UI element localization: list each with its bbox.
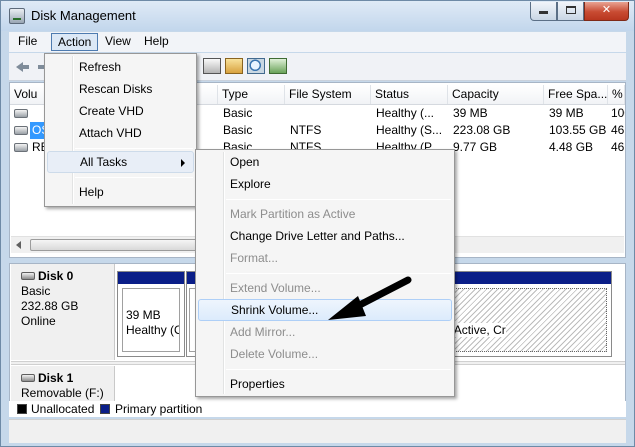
volume-type: Basic <box>223 106 253 120</box>
volume-status: Healthy (... <box>376 106 435 120</box>
volume-capacity: 39 MB <box>453 106 488 120</box>
scroll-left-icon[interactable] <box>11 237 28 253</box>
window-title: Disk Management <box>31 8 136 23</box>
volume-type: Basic <box>223 123 253 137</box>
status-bar <box>9 419 626 443</box>
volume-percent-free: 46 <box>611 123 625 137</box>
column-file-system[interactable]: File System <box>285 85 371 104</box>
disk-kind: Basic <box>21 284 51 298</box>
open-folder-icon[interactable] <box>225 58 243 74</box>
menu-file[interactable]: File <box>12 33 43 51</box>
menu-help[interactable]: Help <box>138 33 175 51</box>
removable-disk-icon <box>21 374 35 382</box>
column-type[interactable]: Type <box>218 85 285 104</box>
menu-item-all-tasks-label: All Tasks <box>80 155 128 169</box>
drive-icon <box>14 126 28 135</box>
menu-action[interactable]: Action <box>51 33 99 51</box>
menu-item-properties[interactable]: Properties <box>198 373 452 395</box>
column-percent-free[interactable]: % F <box>608 85 625 104</box>
column-volume[interactable]: Volu <box>10 85 46 104</box>
column-status[interactable]: Status <box>371 85 448 104</box>
menu-separator <box>226 199 451 200</box>
menu-item-delete-volume[interactable]: Delete Volume... <box>198 343 452 365</box>
minimize-button[interactable] <box>530 2 557 21</box>
menu-bar: File Action View Help <box>9 32 626 52</box>
menu-item-explore[interactable]: Explore <box>198 173 452 195</box>
volume-free-space: 103.55 GB <box>549 123 607 137</box>
back-arrow-icon[interactable] <box>13 58 31 74</box>
properties-icon[interactable] <box>203 58 221 74</box>
menu-item-rescan-disks[interactable]: Rescan Disks <box>47 78 194 100</box>
unallocated-swatch <box>17 404 27 414</box>
volume-capacity: 223.08 GB <box>453 123 511 137</box>
menu-item-open[interactable]: Open <box>198 151 452 173</box>
disk-icon <box>21 272 35 280</box>
volume-name <box>30 105 34 122</box>
close-icon: ✕ <box>601 4 612 16</box>
title-bar: Disk Management ✕ <box>1 1 634 31</box>
action-menu: Refresh Rescan Disks Create VHD Attach V… <box>44 53 197 207</box>
partition-system-reserved[interactable]: 39 MB Healthy (O <box>117 271 185 357</box>
legend: Unallocated Primary partition <box>9 401 626 417</box>
menu-item-mark-partition-active[interactable]: Mark Partition as Active <box>198 203 452 225</box>
menu-item-create-vhd[interactable]: Create VHD <box>47 100 194 122</box>
menu-item-attach-vhd[interactable]: Attach VHD <box>47 122 194 144</box>
disk-kind: Removable (F:) <box>21 386 104 400</box>
volume-capacity: 9.77 GB <box>453 140 498 154</box>
partition-bar <box>118 272 184 284</box>
volume-free-space: 4.48 GB <box>549 140 594 154</box>
maximize-button[interactable] <box>557 2 584 21</box>
menu-item-format[interactable]: Format... <box>198 247 452 269</box>
partition-body: 39 MB Healthy (O <box>122 288 180 352</box>
submenu-arrow-icon <box>181 159 185 167</box>
disk-0-label[interactable]: Disk 0 Basic 232.88 GB Online <box>11 264 115 360</box>
menu-item-refresh[interactable]: Refresh <box>47 56 194 78</box>
volume-status: Healthy (S... <box>376 123 443 137</box>
volume-percent-free: 46 <box>611 140 625 154</box>
help-book-icon[interactable] <box>269 58 287 74</box>
pointer-arrow-head <box>328 296 366 320</box>
menu-separator <box>75 177 193 178</box>
drive-icon <box>14 143 28 152</box>
disk-state: Online <box>21 314 56 328</box>
scrollbar-thumb[interactable] <box>30 239 200 251</box>
menu-separator <box>226 369 451 370</box>
disk-name: Disk 1 <box>38 371 74 385</box>
minimize-icon <box>539 11 548 14</box>
volume-file-system <box>285 105 290 122</box>
disk-management-icon <box>9 8 25 24</box>
partition-status: Healthy (O <box>126 323 180 337</box>
primary-partition-swatch <box>100 404 110 414</box>
pointer-arrow-icon <box>328 276 412 320</box>
disk-size: 232.88 GB <box>21 299 79 313</box>
menu-view[interactable]: View <box>99 33 137 51</box>
menu-item-help[interactable]: Help <box>47 181 194 203</box>
search-icon[interactable] <box>247 58 265 74</box>
volume-percent-free: 100 <box>611 106 625 120</box>
menu-item-all-tasks[interactable]: All Tasks <box>47 151 194 173</box>
menu-separator <box>75 148 193 149</box>
column-capacity[interactable]: Capacity <box>448 85 544 104</box>
volume-free-space: 39 MB <box>549 106 584 120</box>
menu-item-change-drive-letter[interactable]: Change Drive Letter and Paths... <box>198 225 452 247</box>
disk-name: Disk 0 <box>38 269 74 283</box>
column-free-space[interactable]: Free Spa... <box>544 85 608 104</box>
legend-unallocated: Unallocated <box>31 402 95 416</box>
close-button[interactable]: ✕ <box>584 2 629 21</box>
legend-primary: Primary partition <box>115 402 203 416</box>
partition-size: 39 MB <box>126 308 161 322</box>
volume-file-system: NTFS <box>290 123 322 137</box>
maximize-icon <box>565 6 576 14</box>
drive-icon <box>14 109 28 118</box>
